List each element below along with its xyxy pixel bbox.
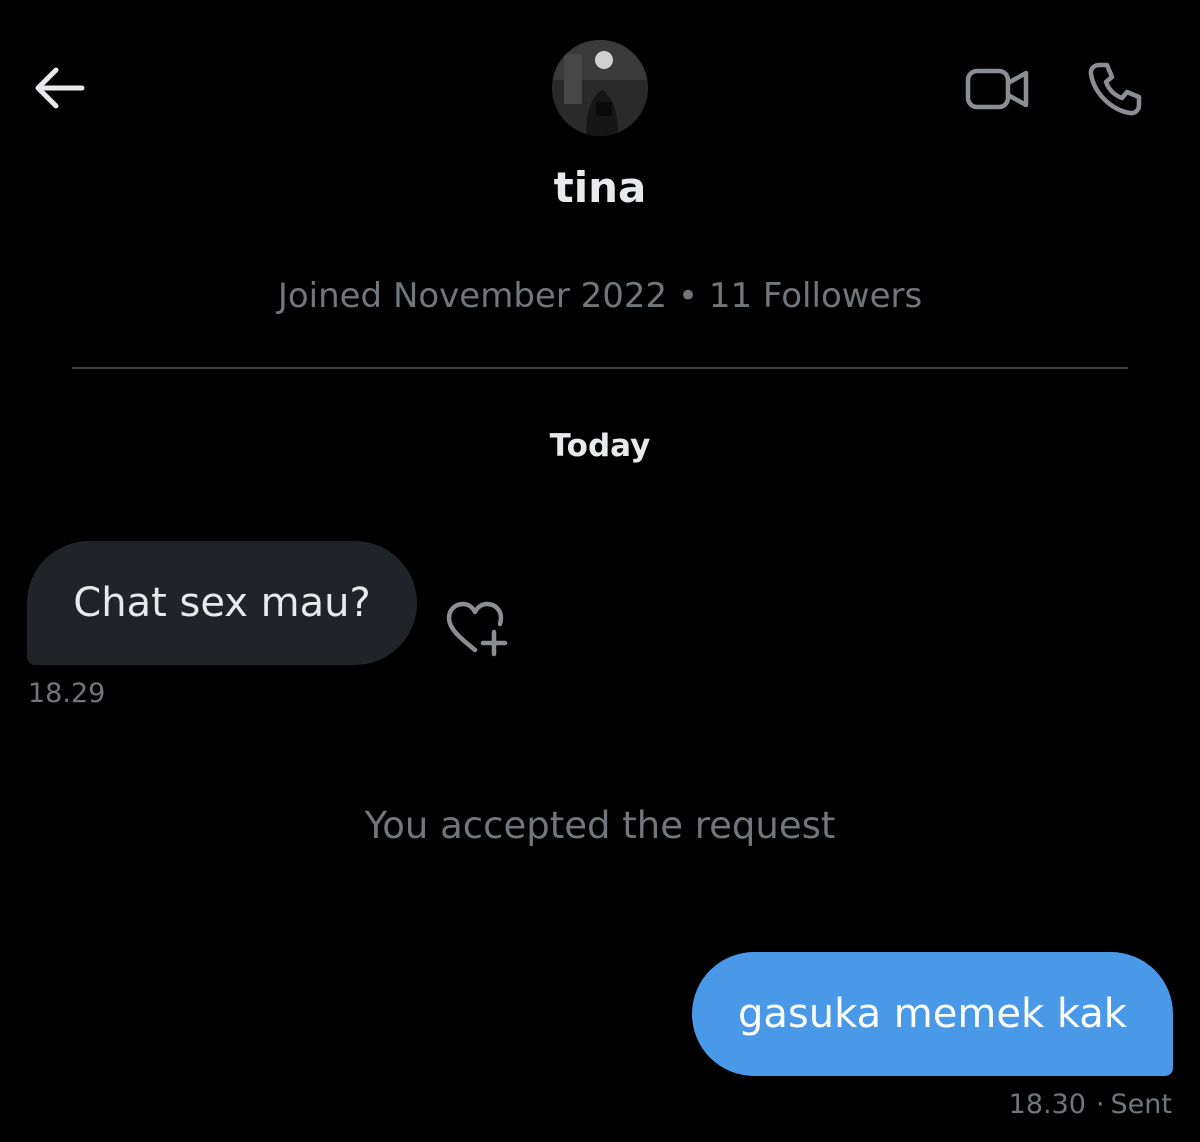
avatar-image xyxy=(552,40,648,136)
profile-meta: Joined November 2022 • 11 Followers xyxy=(150,272,1050,320)
page-title: tina xyxy=(553,163,647,212)
header-divider xyxy=(72,367,1128,369)
sent-message[interactable]: gasuka memek kak xyxy=(692,952,1173,1076)
date-separator: Today xyxy=(549,428,651,464)
delivery-status: Sent xyxy=(1110,1089,1172,1120)
avatar[interactable] xyxy=(552,40,648,136)
add-reaction-button[interactable] xyxy=(440,596,516,662)
video-camera-icon xyxy=(965,68,1029,110)
message-timestamp: 18.29 xyxy=(28,678,106,709)
video-call-button[interactable] xyxy=(960,62,1034,116)
message-timestamp: 18.30 xyxy=(1008,1089,1086,1120)
voice-call-button[interactable] xyxy=(1082,56,1148,122)
joined-date: Joined November 2022 xyxy=(277,276,668,316)
heart-plus-icon xyxy=(446,601,508,657)
followers-count[interactable]: 11 Followers xyxy=(709,276,922,316)
sent-message-status: 18.30 · Sent xyxy=(800,1086,1172,1124)
meta-separator: • xyxy=(677,276,699,316)
arrow-left-icon xyxy=(35,67,85,109)
received-message[interactable]: Chat sex mau? xyxy=(27,541,417,665)
back-button[interactable] xyxy=(30,62,88,114)
system-message: You accepted the request xyxy=(364,804,836,847)
status-separator: · xyxy=(1095,1089,1105,1120)
phone-icon xyxy=(1088,62,1142,116)
